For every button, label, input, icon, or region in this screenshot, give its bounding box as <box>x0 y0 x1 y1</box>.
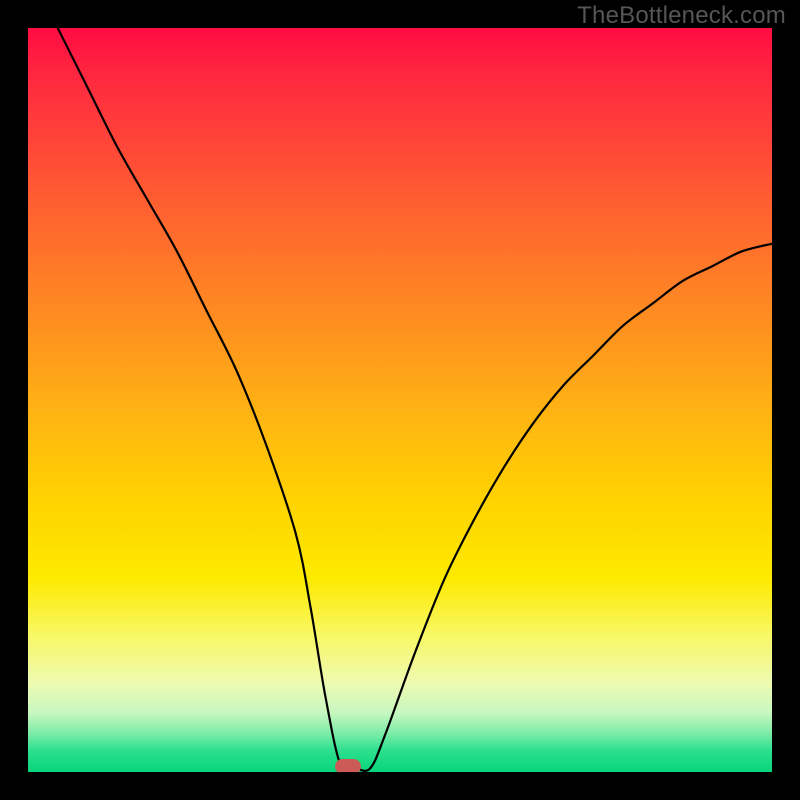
plot-area <box>28 28 772 772</box>
optimal-point-marker <box>335 759 361 772</box>
watermark-text: TheBottleneck.com <box>577 2 786 30</box>
chart-frame: TheBottleneck.com <box>0 0 800 800</box>
bottleneck-curve <box>28 28 772 772</box>
